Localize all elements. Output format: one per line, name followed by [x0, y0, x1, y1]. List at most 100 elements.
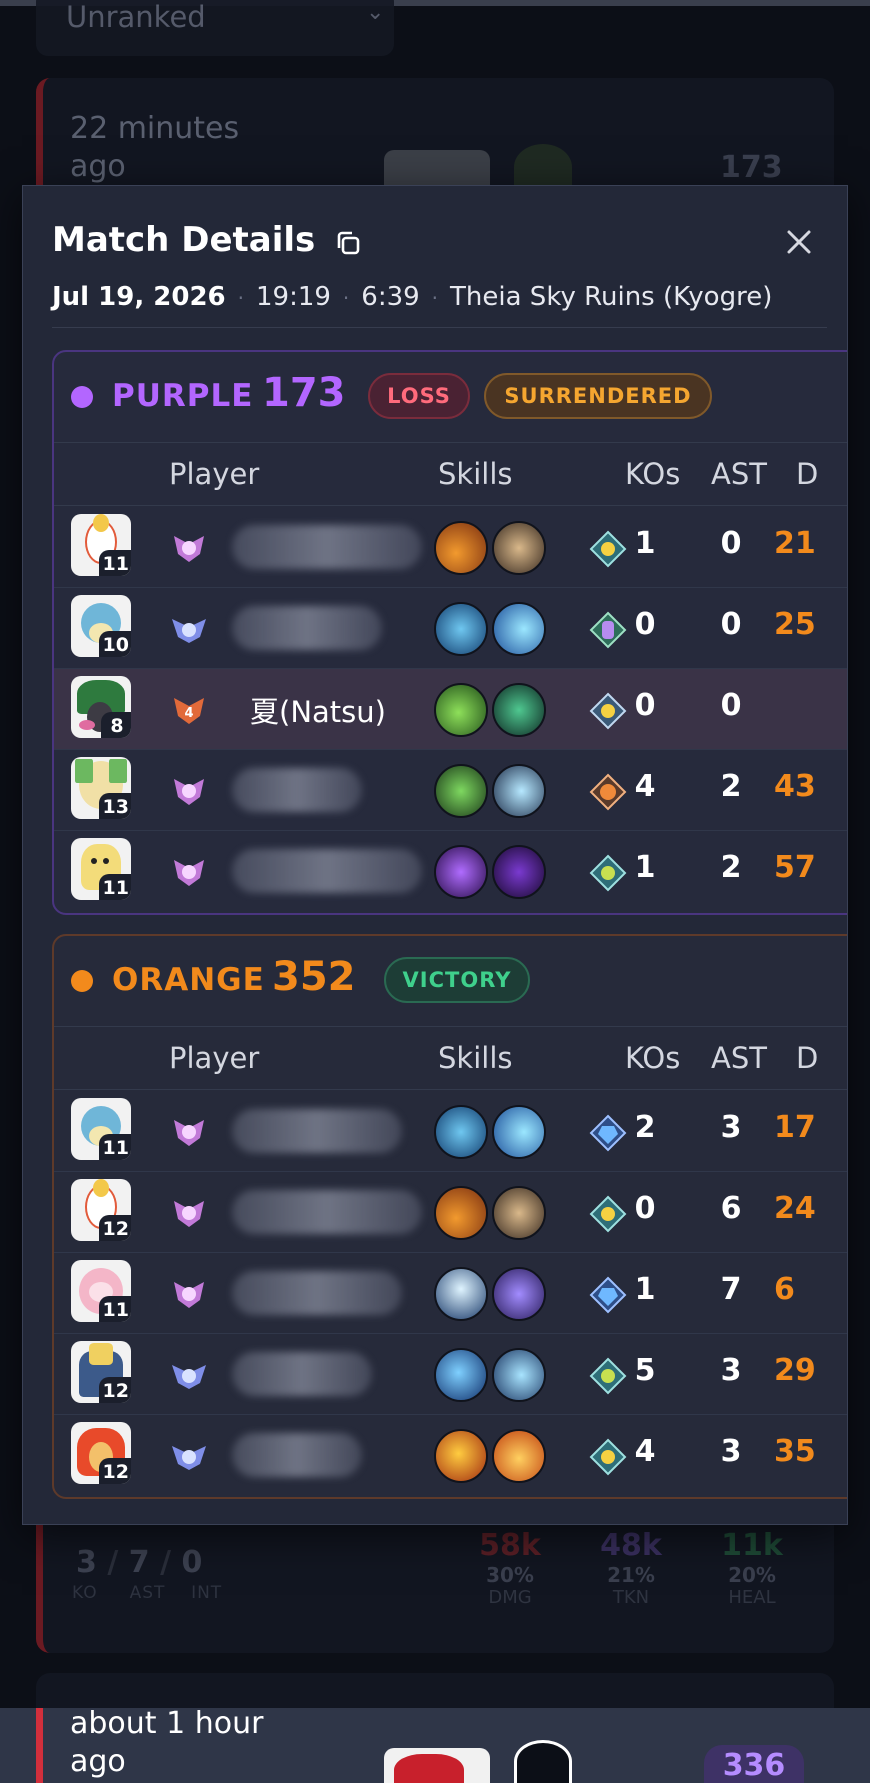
- ghost-skill-icon: [492, 845, 546, 899]
- dmg-value: 58k: [479, 1528, 541, 1563]
- match-duration: 6:39: [361, 282, 420, 312]
- rank-icon: [174, 779, 204, 805]
- player-name-redacted: [232, 1352, 372, 1396]
- rank-icon: [172, 1365, 206, 1389]
- int-label: INT: [191, 1583, 223, 1603]
- kick-skill-icon: [492, 521, 546, 575]
- shadow-claw-skill-icon: [434, 845, 488, 899]
- col-ast: AST: [711, 457, 767, 491]
- table-row[interactable]: 11 1 0 21: [54, 507, 847, 588]
- kos-value: 5: [634, 1353, 656, 1388]
- ast-label: AST: [129, 1583, 166, 1603]
- held-item-thumbnail: [514, 144, 572, 190]
- heal-label: HEAL: [728, 1587, 776, 1608]
- col-dmg: D: [796, 1041, 819, 1075]
- leaf-skill-icon: [434, 683, 488, 737]
- copy-icon[interactable]: [333, 228, 363, 258]
- dmg-value: 24: [774, 1191, 816, 1226]
- razor-shell-skill-icon: [492, 1348, 546, 1402]
- ast-value: 0: [720, 607, 742, 642]
- beam-skill-icon: [492, 602, 546, 656]
- team-header: PURPLE 173 LOSS SURRENDERED: [54, 352, 847, 442]
- leaf-blade-skill-icon: [434, 764, 488, 818]
- col-kos: KOs: [625, 457, 681, 491]
- modal-title: Match Details: [52, 220, 316, 260]
- pokemon-avatar: 13: [71, 757, 131, 819]
- heal-stat: 11k 20% HEAL: [697, 1528, 807, 1608]
- ko-label: KO: [72, 1583, 98, 1603]
- pokemon-avatar: 12: [71, 1422, 131, 1484]
- result-badge: LOSS: [368, 373, 470, 419]
- table-row[interactable]: 11 1 7 6: [54, 1253, 847, 1334]
- pokemon-level: 12: [98, 1377, 131, 1403]
- match-date: Jul 19, 2026: [52, 282, 226, 312]
- dmg-value: 17: [774, 1110, 816, 1145]
- dash-skill-icon: [492, 764, 546, 818]
- table-row[interactable]: 11 2 3 17: [54, 1091, 847, 1172]
- player-name-redacted: [232, 1271, 402, 1315]
- player-name-redacted: [232, 1109, 402, 1153]
- ast-value: 2: [720, 850, 742, 885]
- kda-labels: KO AST INT: [72, 1583, 222, 1603]
- ast-value: 7: [128, 1545, 150, 1580]
- table-row[interactable]: 12 5 3 29: [54, 1334, 847, 1415]
- ko-value: 3: [76, 1545, 97, 1580]
- table-header: Player Skills KOs AST D: [54, 442, 847, 506]
- table-row[interactable]: 13 4 2 43: [54, 750, 847, 831]
- fire-punch-skill-icon: [434, 1429, 488, 1483]
- match-score: 173: [720, 150, 783, 185]
- ast-value: 3: [720, 1110, 742, 1145]
- ast-value: 6: [720, 1191, 742, 1226]
- pokemon-level: 8: [101, 712, 131, 738]
- ast-value: 0: [720, 526, 742, 561]
- table-row[interactable]: 11 1 2 57: [54, 831, 847, 912]
- pokemon-level: 11: [98, 1296, 131, 1322]
- dmg-label: DMG: [488, 1587, 532, 1608]
- beam-skill-icon: [492, 1105, 546, 1159]
- table-row[interactable]: 10 0 0 25: [54, 588, 847, 669]
- dmg-value: 29: [774, 1353, 816, 1388]
- rank-icon: [172, 619, 206, 643]
- rank-icon: [174, 860, 204, 886]
- rank-icon: 4: [174, 698, 204, 724]
- surrendered-badge: SURRENDERED: [484, 373, 712, 419]
- table-row[interactable]: 12 4 3 35: [54, 1415, 847, 1496]
- pokemon-level: 11: [98, 1134, 131, 1160]
- pokemon-avatar: 11: [71, 838, 131, 900]
- ast-value: 3: [720, 1434, 742, 1469]
- loss-indicator: [36, 1708, 43, 1783]
- team-name: ORANGE: [112, 962, 265, 998]
- dmg-value: 43: [774, 769, 816, 804]
- heal-value: 11k: [721, 1528, 783, 1563]
- kos-value: 1: [634, 526, 656, 561]
- tkn-stat: 48k 21% TKN: [576, 1528, 686, 1608]
- water-skill-icon: [434, 1105, 488, 1159]
- col-ast: AST: [711, 1041, 767, 1075]
- fire-skill-icon: [434, 1186, 488, 1240]
- player-name-redacted: [232, 849, 422, 893]
- team-header: ORANGE 352 VICTORY: [54, 936, 847, 1026]
- close-icon[interactable]: [779, 222, 819, 262]
- surf-skill-icon: [434, 1348, 488, 1402]
- player-name-redacted: [232, 525, 422, 569]
- rank-icon: [174, 536, 204, 562]
- table-row-self[interactable]: 8 4 夏(Natsu) 0 0: [54, 669, 847, 750]
- rank-filter-dropdown[interactable]: Unranked ⌄: [36, 0, 394, 56]
- dmg-pct: 30%: [486, 1563, 534, 1587]
- kos-value: 4: [634, 1434, 656, 1469]
- pokemon-level: 12: [98, 1215, 131, 1241]
- pokemon-level: 11: [98, 874, 131, 900]
- int-value: 0: [181, 1545, 203, 1580]
- heal-pct: 20%: [728, 1563, 776, 1587]
- kos-value: 0: [634, 1191, 656, 1226]
- col-player: Player: [169, 457, 260, 491]
- rank-icon: [174, 1282, 204, 1308]
- table-row[interactable]: 12 0 6 24: [54, 1172, 847, 1253]
- dmg-value: 25: [774, 607, 816, 642]
- dmg-value: 57: [774, 850, 816, 885]
- pokemon-thumbnail: [384, 1748, 490, 1783]
- team-score: 173: [262, 370, 346, 416]
- match-details-modal: Match Details Jul 19, 2026 · 19:19 · 6:39 · Th…: [22, 185, 848, 1525]
- match-map: Theia Sky Ruins (Kyogre): [450, 282, 773, 312]
- col-skills: Skills: [438, 457, 513, 491]
